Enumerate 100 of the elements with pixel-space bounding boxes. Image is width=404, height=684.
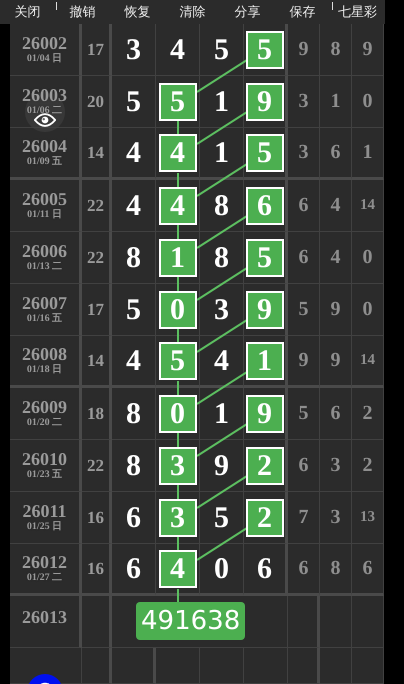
digit: 3: [214, 292, 229, 326]
issue-number: 26008: [22, 345, 67, 364]
digit: 9: [214, 448, 229, 482]
extra-digit: 2: [352, 440, 384, 492]
extra-digit: 0: [352, 284, 384, 336]
issue-number: 26007: [22, 294, 67, 313]
draw-date: 01/04 日: [26, 53, 62, 65]
issue-number: 26010: [22, 450, 67, 469]
extra-digit: 8: [320, 544, 352, 596]
issue-number: 26002: [22, 34, 67, 53]
draw-date: 01/16 五: [26, 313, 62, 325]
sum-cell: 17: [82, 284, 112, 336]
extra-digit: 6: [320, 388, 352, 440]
toolbar-button[interactable]: 清除: [178, 3, 208, 21]
digit: 6: [126, 552, 141, 586]
marked-digit: 0: [158, 290, 196, 328]
toolbar-button[interactable]: 保存: [288, 3, 318, 21]
extra-digit: 1: [320, 76, 352, 128]
digit: 5: [126, 292, 141, 326]
draw-date: 01/09 五: [26, 156, 62, 168]
marked-digit: 9: [246, 290, 284, 328]
sum-cell: 22: [82, 180, 112, 232]
marked-digit: 5: [158, 82, 196, 120]
extra-digit: 7: [288, 492, 320, 544]
issue-number: 26004: [22, 137, 67, 156]
extra-digit: 6: [352, 544, 384, 596]
digit: 8: [214, 240, 229, 274]
toolbar-button[interactable]: 关闭: [12, 3, 42, 21]
marked-digit: 3: [158, 446, 196, 484]
sum-cell: 16: [82, 544, 112, 596]
issue-number: 26009: [22, 398, 67, 417]
sum-cell: 14: [82, 128, 112, 180]
extra-digit: 3: [320, 492, 352, 544]
marked-digit: 9: [246, 82, 284, 120]
extra-digit: 0: [352, 232, 384, 284]
draw-date: 01/06 二: [26, 105, 62, 117]
marked-digit: 4: [158, 134, 196, 172]
draw-date: 01/25 日: [26, 521, 62, 533]
digit: 4: [170, 32, 185, 66]
digit: 1: [214, 84, 229, 118]
extra-digit: 6: [320, 128, 352, 180]
marked-digit: 4: [158, 186, 196, 224]
extra-digit: 3: [288, 128, 320, 180]
issue-number: 26003: [22, 86, 67, 105]
digit: 8: [126, 240, 141, 274]
digit: 8: [126, 396, 141, 430]
digit: 1: [214, 396, 229, 430]
digit: 5: [214, 32, 229, 66]
marked-digit: 1: [158, 238, 196, 276]
issue-number: 26011: [22, 502, 66, 521]
marked-digit: 6: [246, 186, 284, 224]
digit: 8: [126, 448, 141, 482]
sum-cell: 16: [82, 492, 112, 544]
extra-digit: 9: [288, 336, 320, 388]
sum-cell: 20: [82, 76, 112, 128]
extra-digit: 5: [288, 284, 320, 336]
extra-digit: 1: [352, 128, 384, 180]
marked-digit: 0: [158, 394, 196, 432]
extra-digit: 3: [288, 76, 320, 128]
extra-digit: 14: [352, 336, 384, 388]
digit: 5: [126, 84, 141, 118]
marked-digit: 5: [246, 134, 284, 172]
extra-digit: 13: [352, 492, 384, 544]
issue-number: 26012: [22, 553, 67, 572]
extra-digit: 6: [288, 440, 320, 492]
extra-digit: 4: [320, 180, 352, 232]
extra-digit: 9: [320, 284, 352, 336]
extra-digit: 9: [288, 24, 320, 76]
sum-cell: 22: [82, 440, 112, 492]
toolbar-button[interactable]: 撤销: [68, 3, 98, 21]
toolbar-button[interactable]: 分享: [232, 3, 262, 21]
toolbar-button[interactable]: 七星彩: [336, 3, 379, 21]
marked-digit: 1: [246, 342, 284, 380]
digit: 1: [214, 136, 229, 170]
extra-digit: 9: [320, 336, 352, 388]
issue-number: 26006: [22, 242, 67, 261]
digit: 4: [126, 188, 141, 222]
draw-date: 01/11 日: [27, 209, 62, 221]
sum-cell: 17: [82, 24, 112, 76]
toolbar-button[interactable]: 恢复: [122, 3, 152, 21]
marked-digit: 2: [246, 446, 284, 484]
sum-cell: 18: [82, 388, 112, 440]
prediction-badge: 491638: [136, 602, 246, 640]
marked-digit: 9: [246, 394, 284, 432]
marked-digit: 2: [246, 498, 284, 536]
marked-digit: 4: [158, 550, 196, 588]
extra-digit: 0: [352, 76, 384, 128]
digit: 4: [126, 136, 141, 170]
marked-digit: 3: [158, 498, 196, 536]
sum-cell: 22: [82, 232, 112, 284]
issue-number: 26005: [22, 190, 67, 209]
draw-date: 01/20 二: [26, 417, 62, 429]
sum-cell: 14: [82, 336, 112, 388]
extra-digit: 3: [320, 440, 352, 492]
extra-digit: 9: [352, 24, 384, 76]
draw-date: 01/13 二: [26, 261, 62, 273]
digit: 6: [126, 500, 141, 534]
extra-digit: 4: [320, 232, 352, 284]
digit: 0: [214, 552, 229, 586]
marked-digit: 5: [158, 342, 196, 380]
